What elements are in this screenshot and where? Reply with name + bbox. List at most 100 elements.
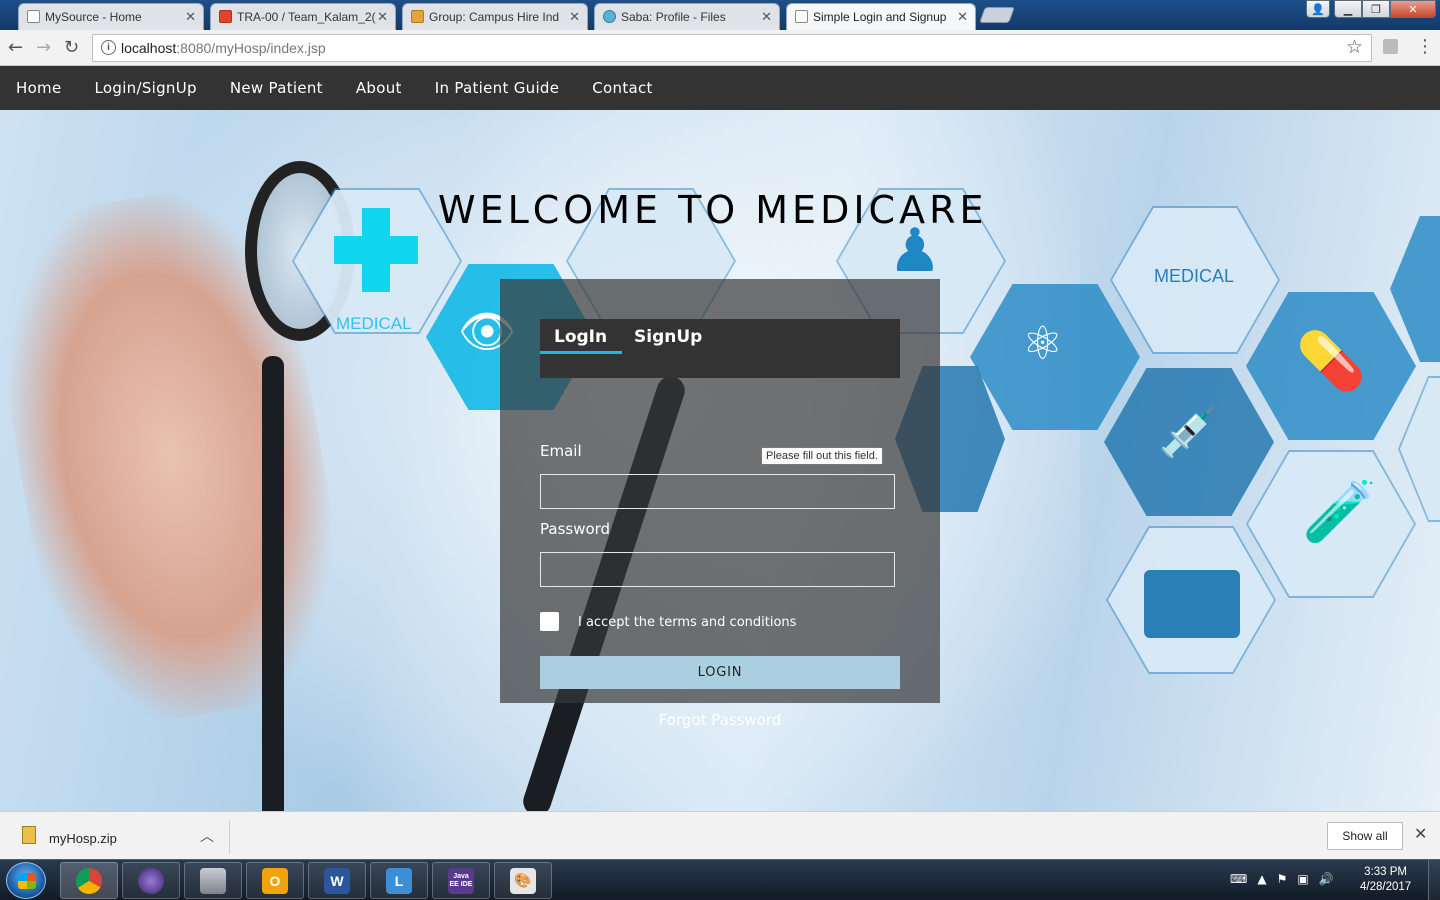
password-field[interactable] <box>540 552 895 587</box>
page-title: WELCOME TO MEDICARE <box>438 188 988 232</box>
browser-tab[interactable]: Saba: Profile - Files ✕ <box>594 3 780 30</box>
clock-date: 4/28/2017 <box>1360 881 1412 893</box>
lync-icon: L <box>386 867 412 894</box>
browser-tab[interactable]: TRA-00 / Team_Kalam_2( ✕ <box>210 3 396 30</box>
nav-about[interactable]: About <box>356 79 402 97</box>
forgot-password-link[interactable]: Forgot Password <box>500 711 940 729</box>
pill-icon: 💊 <box>1296 329 1366 394</box>
menu-dots-icon[interactable]: ⋮ <box>1416 36 1434 57</box>
terms-checkbox[interactable] <box>540 612 559 631</box>
nav-new-patient[interactable]: New Patient <box>230 79 323 97</box>
email-field[interactable] <box>540 474 895 509</box>
stethoscope-tube <box>262 356 284 811</box>
taskbar-paint[interactable]: 🎨 <box>494 862 552 899</box>
browser-tab-active[interactable]: Simple Login and Signup ✕ <box>786 3 976 30</box>
taskbar-outlook[interactable]: O <box>246 862 304 899</box>
login-form: LogIn SignUp Email Password I accept the… <box>500 279 940 729</box>
form-tabs: LogIn SignUp <box>540 319 900 378</box>
start-button[interactable] <box>6 862 46 899</box>
url-text: localhost:8080/myHosp/index.jsp <box>121 40 326 56</box>
paint-icon: 🎨 <box>510 867 536 894</box>
close-icon[interactable]: ✕ <box>761 9 772 25</box>
show-desktop-button[interactable] <box>1428 860 1440 900</box>
tab-title: TRA-00 / Team_Kalam_2( <box>237 10 376 24</box>
keyboard-icon[interactable]: ⌨ <box>1230 872 1247 886</box>
forward-icon[interactable]: → <box>36 37 51 58</box>
chevron-up-icon[interactable]: ▲ <box>1257 872 1266 886</box>
window-controls: 👤 ▁ ❐ ✕ <box>1306 0 1436 18</box>
gitlab-icon <box>219 10 232 23</box>
flag-icon[interactable]: ⚑ <box>1277 872 1288 886</box>
hex-label: MEDICAL <box>1154 266 1235 286</box>
tab-title: Simple Login and Signup <box>813 10 947 24</box>
address-bar: ← → ↻ i localhost:8080/myHosp/index.jsp … <box>0 30 1440 66</box>
word-icon: W <box>324 867 350 894</box>
browser-tab[interactable]: Group: Campus Hire Ind ✕ <box>402 3 588 30</box>
email-label: Email <box>540 442 582 460</box>
network-icon[interactable]: ▣ <box>1297 872 1308 886</box>
taskbar-db-tool[interactable] <box>184 862 242 899</box>
test-tubes-icon: 🧪 <box>1302 477 1377 547</box>
close-icon[interactable]: ✕ <box>569 9 580 25</box>
hex-label: MEDICAL <box>336 314 412 333</box>
maximize-button[interactable]: ❐ <box>1362 0 1390 18</box>
java-ee-ide-icon: Java EE IDE <box>448 867 474 894</box>
url-path: :8080/myHosp/index.jsp <box>176 40 326 56</box>
close-window-button[interactable]: ✕ <box>1390 0 1436 18</box>
download-shelf: myHosp.zip ︿ Show all ✕ <box>0 811 1440 859</box>
download-file-name: myHosp.zip <box>49 831 117 846</box>
extension-icon[interactable] <box>1383 39 1398 54</box>
taskbar-eclipse[interactable] <box>122 862 180 899</box>
close-icon[interactable]: ✕ <box>957 9 968 25</box>
tab-signup[interactable]: SignUp <box>634 327 702 347</box>
info-icon[interactable]: i <box>101 40 116 55</box>
forum-icon <box>411 10 424 23</box>
database-icon <box>200 867 226 894</box>
close-icon[interactable]: ✕ <box>185 9 196 25</box>
nav-home[interactable]: Home <box>16 79 62 97</box>
terms-label: I accept the terms and conditions <box>578 615 797 630</box>
main-navbar: Home Login/SignUp New Patient About In P… <box>0 66 1440 110</box>
volume-icon[interactable]: 🔊 <box>1319 872 1334 886</box>
download-item[interactable]: myHosp.zip ︿ <box>12 820 230 854</box>
reload-icon[interactable]: ↻ <box>64 37 79 58</box>
tab-login[interactable]: LogIn <box>554 327 607 347</box>
login-button[interactable]: LOGIN <box>540 656 900 689</box>
url-input[interactable]: i localhost:8080/myHosp/index.jsp ☆ <box>92 34 1372 62</box>
taskbar-word[interactable]: W <box>308 862 366 899</box>
tab-title: Group: Campus Hire Ind <box>429 10 560 24</box>
first-aid-kit-icon <box>1144 570 1240 638</box>
system-clock[interactable]: 3:33 PM 4/28/2017 <box>1360 865 1411 895</box>
outlook-icon: O <box>262 867 288 894</box>
taskbar-lync[interactable]: L <box>370 862 428 899</box>
nav-contact[interactable]: Contact <box>592 79 652 97</box>
browser-tab[interactable]: MySource - Home ✕ <box>18 3 204 30</box>
active-tab-indicator <box>540 351 622 354</box>
nav-login-signup[interactable]: Login/SignUp <box>95 79 197 97</box>
url-host: localhost <box>121 40 177 56</box>
syringe-icon: 💉 <box>1158 405 1218 461</box>
user-icon[interactable]: 👤 <box>1306 0 1330 18</box>
browser-tab-strip: MySource - Home ✕ TRA-00 / Team_Kalam_2(… <box>0 0 1440 30</box>
zip-file-icon <box>22 826 36 844</box>
minimize-button[interactable]: ▁ <box>1334 0 1362 18</box>
show-all-button[interactable]: Show all <box>1327 822 1403 850</box>
nav-in-patient-guide[interactable]: In Patient Guide <box>435 79 560 97</box>
close-icon[interactable]: ✕ <box>1414 824 1427 843</box>
new-tab-button[interactable] <box>979 7 1015 23</box>
tab-title: Saba: Profile - Files <box>621 10 726 24</box>
validation-tooltip: Please fill out this field. <box>761 447 883 465</box>
medical-cross-icon <box>362 208 390 292</box>
taskbar-java-ee-ide[interactable]: Java EE IDE <box>432 862 490 899</box>
page-viewport: MEDICAL 👁 ♟ ⚛ MEDICAL 💊 💉 🧪 Home Login/S… <box>0 66 1440 811</box>
molecule-icon: ⚛ <box>1022 316 1064 370</box>
close-icon[interactable]: ✕ <box>377 9 388 25</box>
taskbar-chrome[interactable] <box>60 862 118 899</box>
eclipse-icon <box>138 867 164 894</box>
chevron-up-icon[interactable]: ︿ <box>200 826 214 846</box>
chrome-icon <box>76 867 102 894</box>
back-icon[interactable]: ← <box>8 37 23 58</box>
bookmark-star-icon[interactable]: ☆ <box>1346 36 1363 59</box>
clock-time: 3:33 PM <box>1364 866 1407 878</box>
saba-icon <box>603 10 616 23</box>
